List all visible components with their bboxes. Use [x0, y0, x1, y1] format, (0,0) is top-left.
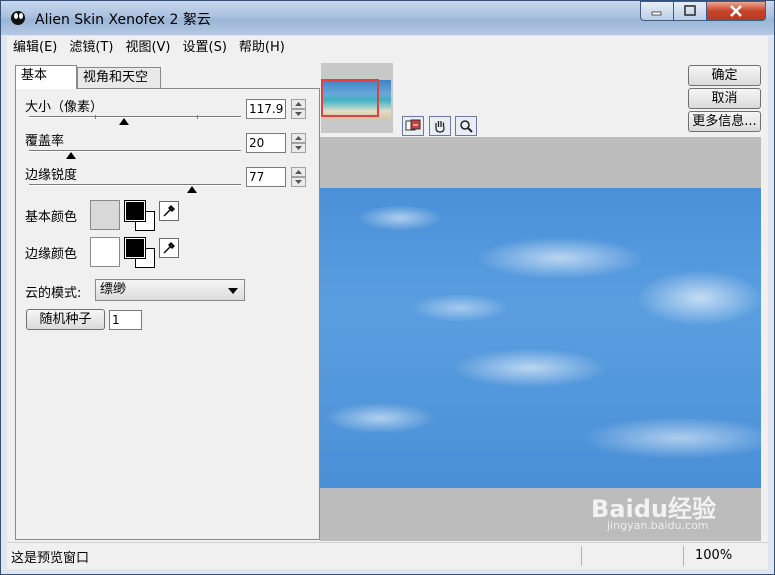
magnifier-icon [460, 120, 473, 133]
cloud-mode-select[interactable]: 缥缈 [95, 279, 245, 301]
menu-filter[interactable]: 滤镜(T) [63, 37, 119, 59]
title-bar: Alien Skin Xenofex 2 絮云 [1, 1, 774, 35]
cancel-button[interactable]: 取消 [688, 88, 761, 109]
zoom-tool-button[interactable] [455, 116, 477, 136]
base-color-label: 基本颜色 [25, 210, 78, 225]
app-window: Alien Skin Xenofex 2 絮云 编辑(E) 滤镜(T) 视图(V… [0, 0, 775, 575]
spin-down-icon[interactable] [291, 109, 306, 119]
menu-view[interactable]: 视图(V) [119, 37, 176, 59]
cloud-preview-image [320, 188, 761, 488]
size-slider-track[interactable] [29, 116, 241, 118]
tab-basic[interactable]: 基本 [15, 65, 77, 89]
eyedropper-icon[interactable] [159, 201, 179, 221]
random-seed-button[interactable]: 随机种子 [26, 309, 105, 330]
zoom-level: 100% [695, 548, 733, 563]
minimize-button[interactable] [640, 1, 674, 21]
minimize-icon [651, 11, 662, 16]
edge-color-label: 边缘颜色 [25, 247, 78, 262]
status-divider [581, 546, 582, 566]
spin-up-icon[interactable] [291, 133, 306, 143]
watermark-url: jingyan.baidu.com [607, 519, 709, 532]
status-text: 这是预览窗口 [11, 551, 90, 566]
close-button[interactable] [706, 1, 766, 21]
cloud-mode-label: 云的模式: [25, 286, 82, 301]
tab-perspective-sky[interactable]: 视角和天空 [77, 67, 161, 89]
coverage-slider-track[interactable] [29, 150, 241, 152]
base-color-swatch[interactable] [90, 200, 120, 230]
chevron-down-icon [228, 288, 238, 294]
spin-down-icon[interactable] [291, 143, 306, 153]
menu-edit[interactable]: 编辑(E) [7, 37, 63, 59]
size-slider-tick [197, 115, 198, 119]
size-label: 大小（像素） [25, 100, 104, 115]
maximize-icon [684, 5, 696, 16]
preview-toggle-button[interactable] [402, 116, 424, 136]
spin-up-icon[interactable] [291, 167, 306, 177]
size-slider-tick [95, 115, 96, 119]
edge-spinner[interactable] [291, 167, 306, 187]
app-logo-icon [11, 11, 25, 25]
edge-input[interactable]: 77 [246, 167, 286, 187]
navigator-frame[interactable] [321, 79, 379, 117]
coverage-slider-thumb[interactable] [66, 152, 77, 159]
edge-fg-bg-icon[interactable] [124, 237, 155, 268]
size-input[interactable]: 117.9 [246, 99, 286, 119]
coverage-label: 覆盖率 [25, 134, 65, 149]
maximize-button[interactable] [673, 1, 707, 21]
size-slider-thumb[interactable] [119, 118, 130, 125]
main-content: 基本 视角和天空 大小（像素） 117.9 覆盖率 20 边缘锐度 77 基本颜… [7, 60, 768, 542]
base-fg-bg-icon[interactable] [124, 200, 155, 231]
edge-label: 边缘锐度 [25, 168, 78, 183]
edge-color-swatch[interactable] [90, 237, 120, 267]
hand-tool-button[interactable] [429, 116, 451, 136]
close-icon [730, 5, 742, 17]
window-title: Alien Skin Xenofex 2 絮云 [35, 12, 211, 28]
hand-icon [435, 121, 445, 133]
size-spinner[interactable] [291, 99, 306, 119]
menu-bar: 编辑(E) 滤镜(T) 视图(V) 设置(S) 帮助(H) [7, 36, 768, 60]
spin-up-icon[interactable] [291, 99, 306, 109]
edge-slider-thumb[interactable] [187, 186, 198, 193]
eyedropper-icon[interactable] [159, 238, 179, 258]
edge-slider-track[interactable] [29, 184, 241, 186]
menu-settings[interactable]: 设置(S) [177, 37, 233, 59]
coverage-spinner[interactable] [291, 133, 306, 153]
status-bar: 这是预览窗口 100% [7, 542, 768, 569]
more-info-button[interactable]: 更多信息... [688, 111, 761, 132]
cloud-mode-value: 缥缈 [100, 282, 127, 297]
preview-toggle-icon [405, 119, 421, 131]
menu-help[interactable]: 帮助(H) [233, 37, 291, 59]
seed-input[interactable]: 1 [109, 310, 142, 330]
status-divider [683, 546, 684, 566]
coverage-input[interactable]: 20 [246, 133, 286, 153]
spin-down-icon[interactable] [291, 177, 306, 187]
ok-button[interactable]: 确定 [688, 65, 761, 86]
